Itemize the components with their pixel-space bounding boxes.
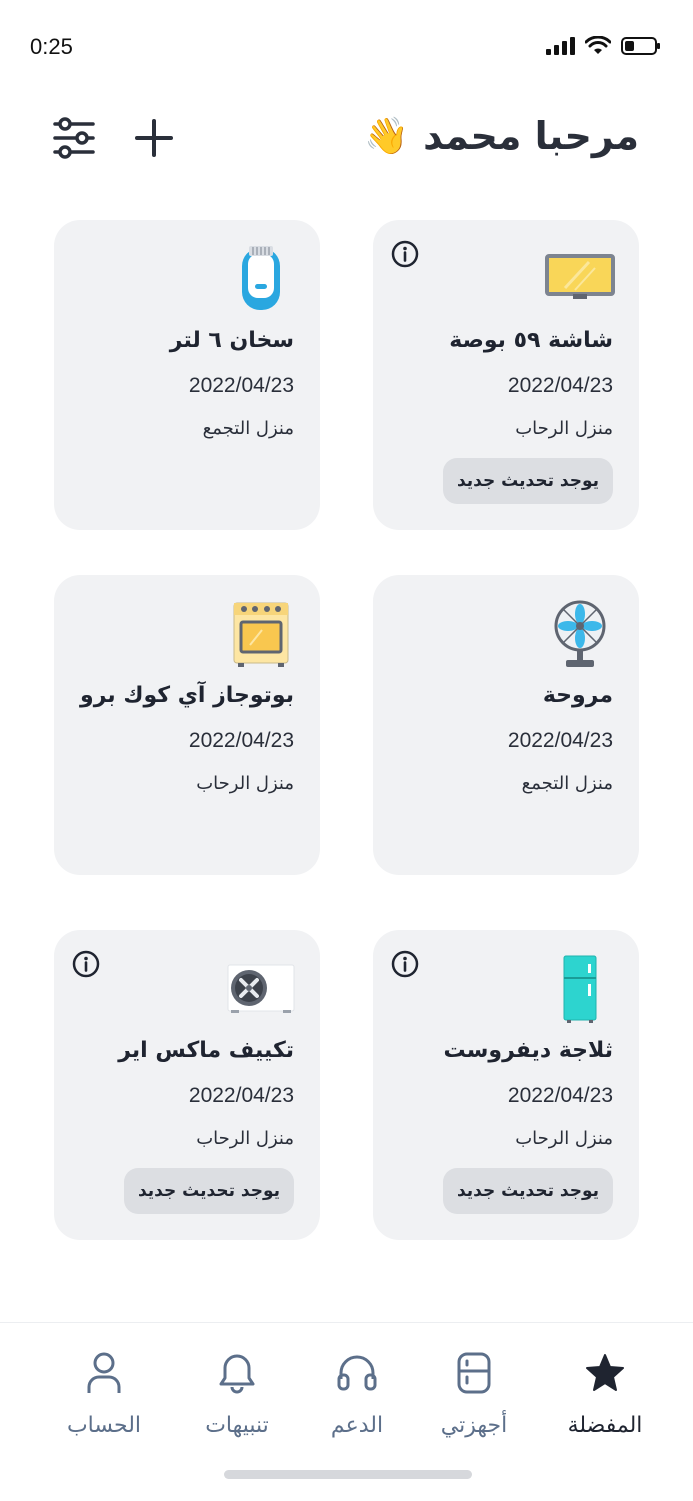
device-title: شاشة ٥٩ بوصة — [449, 328, 613, 353]
device-location: منزل التجمع — [202, 418, 294, 439]
update-available-button[interactable]: يوجد تحديث جديد — [442, 1168, 613, 1214]
nav-label-account: الحساب — [66, 1413, 142, 1438]
device-location: منزل الرحاب — [196, 1128, 294, 1149]
device-date: 2022/04/23 — [188, 1084, 294, 1107]
fridge-outline-icon — [457, 1352, 491, 1394]
tv-icon — [545, 244, 615, 314]
status-icons — [545, 36, 661, 56]
wifi-icon — [585, 36, 611, 54]
device-card-ac[interactable]: تكييف ماكس اير 2022/04/23 منزل الرحاب يو… — [54, 930, 320, 1240]
device-title: ثلاجة ديفروست — [443, 1038, 614, 1063]
nav-item-favorites[interactable]: المفضلة — [550, 1347, 660, 1438]
device-card-water-heater[interactable]: سخان ٦ لتر 2022/04/23 منزل التجمع — [54, 220, 320, 530]
ac-unit-icon — [226, 954, 296, 1024]
nav-label-favorites: المفضلة — [567, 1413, 643, 1438]
fan-icon — [545, 599, 615, 669]
device-location: منزل التجمع — [521, 773, 613, 794]
device-location: منزل الرحاب — [515, 418, 613, 439]
device-location: منزل الرحاب — [196, 773, 294, 794]
user-icon — [87, 1352, 121, 1393]
filter-button[interactable] — [50, 114, 98, 162]
fridge-icon — [545, 954, 615, 1024]
device-card-tv[interactable]: شاشة ٥٩ بوصة 2022/04/23 منزل الرحاب يوجد… — [373, 220, 639, 530]
wave-emoji: 👋 — [364, 116, 410, 157]
nav-item-notifications[interactable]: تنبيهات — [182, 1347, 292, 1438]
header: مرحبا محمد 👋 — [0, 108, 693, 172]
nav-item-devices[interactable]: أجهزتي — [419, 1347, 529, 1438]
nav-item-account[interactable]: الحساب — [49, 1347, 159, 1438]
nav-label-notifications: تنبيهات — [205, 1413, 269, 1438]
device-date: 2022/04/23 — [507, 1084, 613, 1107]
device-title: سخان ٦ لتر — [169, 328, 294, 353]
headphones-icon — [337, 1355, 377, 1391]
sliders-icon — [53, 117, 95, 159]
device-date: 2022/04/23 — [188, 729, 294, 752]
status-bar: 0:25 — [0, 0, 693, 96]
device-title: مروحة — [542, 683, 613, 708]
device-title: تكييف ماكس اير — [118, 1038, 294, 1063]
info-icon[interactable] — [391, 950, 419, 978]
battery-icon — [621, 37, 660, 55]
device-card-fridge[interactable]: ثلاجة ديفروست 2022/04/23 منزل الرحاب يوج… — [373, 930, 639, 1240]
bell-icon — [219, 1354, 255, 1394]
update-available-button[interactable]: يوجد تحديث جديد — [123, 1168, 294, 1214]
device-title: بوتوجاز آي كوك برو — [80, 683, 294, 708]
device-card-fan[interactable]: مروحة 2022/04/23 منزل التجمع — [373, 575, 639, 875]
info-icon[interactable] — [72, 950, 100, 978]
device-location: منزل الرحاب — [515, 1128, 613, 1149]
device-date: 2022/04/23 — [507, 729, 613, 752]
home-indicator — [224, 1470, 472, 1479]
signal-icon — [546, 37, 575, 55]
update-available-button[interactable]: يوجد تحديث جديد — [442, 458, 613, 504]
status-time: 0:25 — [30, 34, 73, 59]
add-device-button[interactable] — [130, 114, 178, 162]
star-icon — [586, 1354, 624, 1391]
device-date: 2022/04/23 — [188, 374, 294, 397]
greeting-text: مرحبا محمد — [423, 114, 639, 158]
nav-item-support[interactable]: الدعم — [302, 1347, 412, 1438]
oven-icon — [226, 599, 296, 669]
info-icon[interactable] — [391, 240, 419, 268]
nav-label-support: الدعم — [330, 1413, 384, 1438]
device-date: 2022/04/23 — [507, 374, 613, 397]
device-card-oven[interactable]: بوتوجاز آي كوك برو 2022/04/23 منزل الرحا… — [54, 575, 320, 875]
plus-icon — [135, 119, 173, 157]
water-heater-icon — [226, 244, 296, 314]
nav-label-devices: أجهزتي — [440, 1413, 508, 1438]
page-title: مرحبا محمد 👋 — [364, 114, 639, 158]
